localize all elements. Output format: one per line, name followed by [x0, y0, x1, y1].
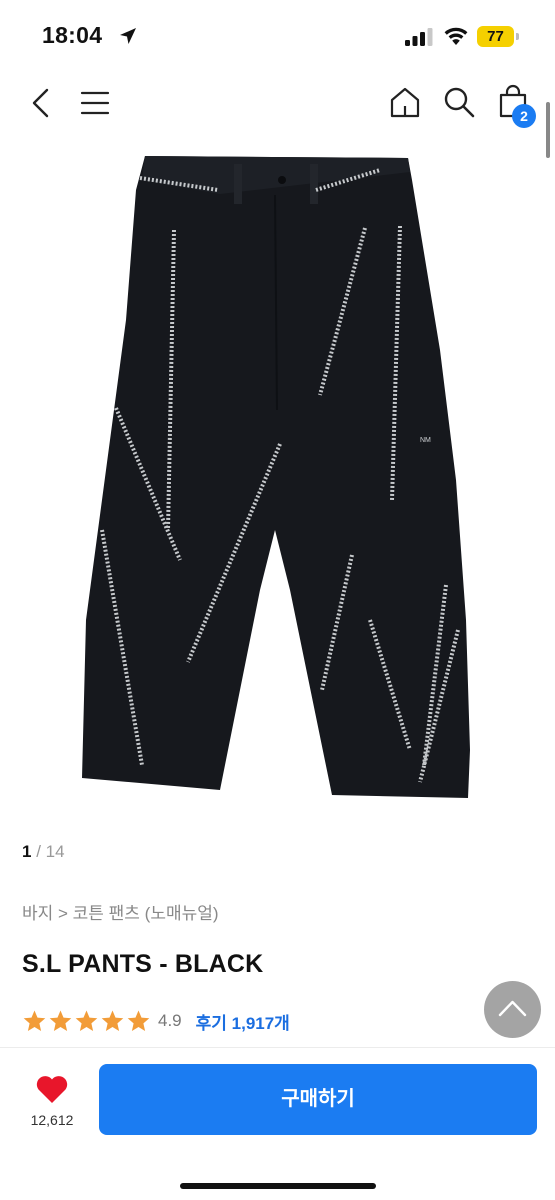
home-icon[interactable]	[389, 86, 421, 118]
star-icon	[23, 1010, 46, 1031]
menu-icon[interactable]	[80, 90, 110, 116]
category-breadcrumb[interactable]: 바지 > 코튼 팬츠 (노매뉴얼)	[22, 899, 219, 924]
cart-count-badge: 2	[512, 104, 536, 128]
pager-current: 1	[22, 842, 32, 861]
rating-value: 4.9	[158, 1011, 182, 1030]
battery-level: 77	[477, 26, 514, 47]
heart-icon	[36, 1076, 68, 1103]
star-icon	[49, 1010, 72, 1031]
svg-text:NM: NM	[420, 437, 431, 444]
star-icon	[127, 1010, 150, 1031]
star-icon	[101, 1010, 124, 1031]
signal-icon	[405, 28, 433, 46]
like-button[interactable]: 12,612	[22, 1070, 82, 1132]
rating-row[interactable]: 4.9 후기 1,917개	[22, 1008, 290, 1034]
buy-button[interactable]: 구매하기	[99, 1064, 537, 1135]
product-title: S.L PANTS - BLACK	[22, 950, 264, 978]
status-bar: 18:04 77	[0, 0, 555, 70]
home-indicator	[180, 1183, 376, 1189]
image-pager: 1 / 14	[22, 842, 65, 862]
product-image[interactable]: NM	[70, 150, 480, 805]
star-icon	[75, 1010, 98, 1031]
like-count: 12,612	[30, 1112, 74, 1128]
back-icon[interactable]	[30, 88, 52, 118]
wifi-icon	[444, 27, 468, 45]
battery-icon: 77	[477, 26, 519, 48]
pager-separator: /	[36, 842, 41, 861]
chevron-up-icon	[498, 1000, 527, 1017]
pager-total: 14	[45, 842, 65, 861]
rating-stars	[22, 1009, 152, 1033]
scroll-to-top-button[interactable]	[484, 981, 541, 1038]
location-arrow-icon	[120, 28, 136, 44]
scroll-indicator	[546, 102, 550, 158]
search-icon[interactable]	[443, 86, 475, 118]
review-count-link[interactable]: 후기 1,917개	[196, 1009, 290, 1034]
status-time: 18:04	[42, 22, 103, 48]
